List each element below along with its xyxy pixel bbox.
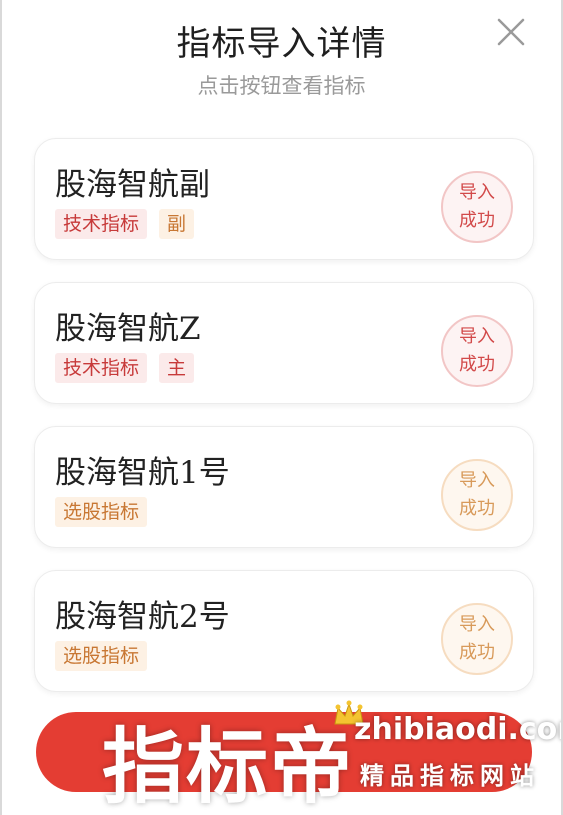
tag-type: 选股指标 (55, 641, 148, 671)
stamp-line-2: 成功 (459, 498, 495, 519)
view-indicators-button[interactable] (36, 712, 532, 792)
stamp-line-1: 导入 (459, 182, 495, 203)
stamp-line-1: 导入 (459, 470, 495, 491)
indicator-card[interactable]: 股海智航2号 选股指标 导入 成功 (34, 570, 534, 692)
tag-type: 选股指标 (55, 497, 148, 527)
import-success-stamp: 导入 成功 (441, 315, 513, 387)
tag-position: 主 (159, 353, 195, 383)
indicator-card[interactable]: 股海智航1号 选股指标 导入 成功 (34, 426, 534, 548)
import-success-stamp: 导入 成功 (441, 603, 513, 675)
import-details-dialog: 指标导入详情 点击按钮查看指标 股海智航副 技术指标 副 导入 成功 股海智航Z… (0, 0, 563, 815)
stamp-line-1: 导入 (459, 614, 495, 635)
indicator-name: 股海智航Z (55, 311, 201, 347)
tag-type: 技术指标 (55, 353, 148, 383)
indicator-card[interactable]: 股海智航Z 技术指标 主 导入 成功 (34, 282, 534, 404)
stamp-line-2: 成功 (459, 354, 495, 375)
import-success-stamp: 导入 成功 (441, 459, 513, 531)
indicator-tags: 选股指标 (55, 641, 148, 671)
indicator-tags: 选股指标 (55, 497, 148, 527)
close-icon[interactable] (491, 12, 531, 52)
indicator-tags: 技术指标 主 (55, 353, 195, 383)
dialog-subtitle: 点击按钮查看指标 (197, 74, 366, 98)
dialog-title: 指标导入详情 (176, 24, 387, 64)
import-success-stamp: 导入 成功 (441, 171, 513, 243)
indicator-list: 股海智航副 技术指标 副 导入 成功 股海智航Z 技术指标 主 导入 成功 股海… (34, 138, 534, 714)
indicator-card[interactable]: 股海智航副 技术指标 副 导入 成功 (34, 138, 534, 260)
stamp-line-2: 成功 (459, 642, 495, 663)
indicator-tags: 技术指标 副 (55, 209, 195, 239)
indicator-name: 股海智航副 (55, 167, 210, 203)
tag-type: 技术指标 (55, 209, 148, 239)
stamp-line-2: 成功 (459, 210, 495, 231)
tag-position: 副 (159, 209, 195, 239)
indicator-name: 股海智航1号 (55, 455, 230, 491)
indicator-name: 股海智航2号 (55, 599, 230, 635)
stamp-line-1: 导入 (459, 326, 495, 347)
